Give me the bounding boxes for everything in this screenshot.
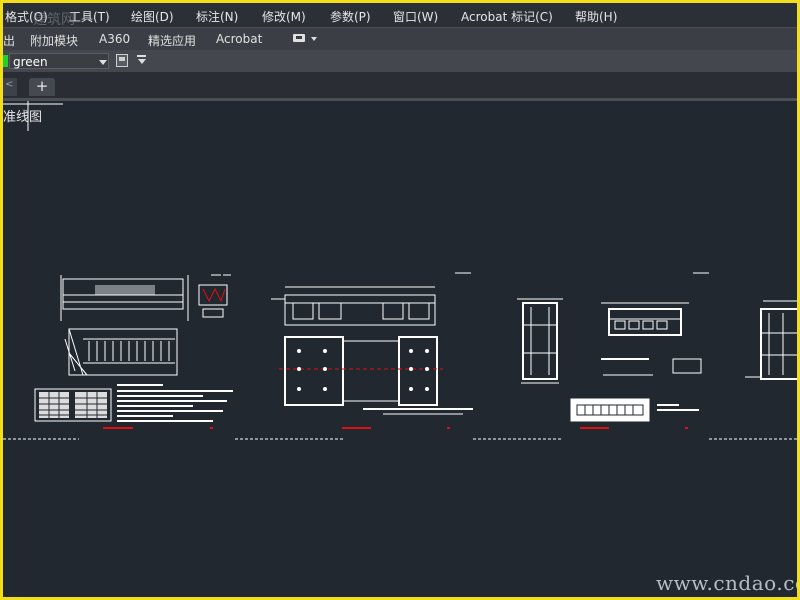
drawing-sheet-3 (473, 272, 709, 440)
watermark: www.cndao.com (656, 571, 797, 595)
autocad-window: 格式(O) 工具(T) 绘图(D) 标注(N) 修改(M) 参数(P) 窗口(W… (3, 3, 797, 597)
drawing-sheet-2 (235, 272, 473, 440)
crosshair-cursor (3, 101, 63, 131)
drawing-canvas[interactable] (3, 3, 797, 597)
drawing-sheet-1 (3, 274, 233, 440)
drawing-sheet-4 (709, 300, 797, 440)
